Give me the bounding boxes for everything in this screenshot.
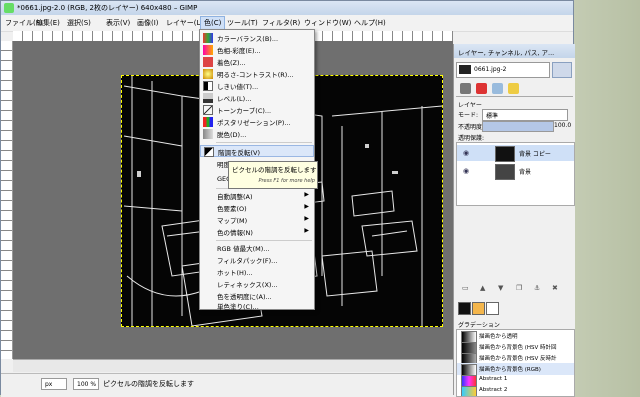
submenu-arrow-icon: ▶ <box>304 215 309 222</box>
desaturate-icon <box>203 129 213 139</box>
opacity-slider[interactable] <box>482 121 554 132</box>
image-thumbnail <box>459 65 471 74</box>
menu-select[interactable]: 選択(S) <box>67 18 91 28</box>
delete-layer-icon[interactable]: ✖ <box>552 284 558 292</box>
curves-icon <box>203 105 213 115</box>
menu-item-brightness-contrast[interactable]: 明るさ-コントラスト(R)... <box>200 68 314 80</box>
dock-title: レイヤー, チャンネル, パス, ア... <box>458 49 555 57</box>
fg-bg-colors <box>458 302 499 315</box>
layer-thumbnail <box>495 164 515 180</box>
submenu-arrow-icon: ▶ <box>304 227 309 234</box>
menu-item-threshold[interactable]: しきい値(T)... <box>200 80 314 92</box>
layers-section-label: レイヤー <box>458 102 482 109</box>
image-selector[interactable]: 0661.jpg-2 <box>456 62 550 78</box>
layer-name: 背景 コピー <box>519 151 551 158</box>
menu-item-hot[interactable]: ホット(H)... <box>200 266 314 278</box>
dock-tabs <box>456 82 573 97</box>
tooltip-hint: Press F1 for more help <box>258 178 315 184</box>
menu-item-curves[interactable]: トーンカーブ(C)... <box>200 104 314 116</box>
tab-layers-icon[interactable] <box>460 83 471 94</box>
gradient-swatch[interactable] <box>472 302 485 315</box>
gradient-list: 描画色から透明 描画色から背景色 (HSV 時計回 描画色から背景色 (HSV … <box>456 329 575 397</box>
menu-item-invert[interactable]: 階調を反転(V) <box>200 145 314 157</box>
menu-edit[interactable]: 編集(E) <box>36 18 60 28</box>
menu-item-map[interactable]: マップ(M) ▶ <box>200 214 314 226</box>
layers-list: ◉ 背景 コピー ◉ 背景 <box>456 142 575 206</box>
background-color-swatch[interactable] <box>486 302 499 315</box>
menu-tooltip: ピクセルの階調を反転します Press F1 for more help <box>228 161 318 189</box>
posterize-icon <box>203 117 213 127</box>
gradient-item[interactable]: Abstract 2 <box>457 385 574 396</box>
menu-item-info[interactable]: 色の情報(N) ▶ <box>200 226 314 238</box>
color-balance-icon <box>203 33 213 43</box>
menu-item-desaturate[interactable]: 脱色(D)... <box>200 128 314 140</box>
horizontal-scrollbar[interactable] <box>13 359 453 372</box>
layer-name: 背景 <box>519 169 532 176</box>
dock-title-bar[interactable]: レイヤー, チャンネル, パス, ア... <box>454 44 575 58</box>
lock-label: 透明保護: <box>458 135 485 142</box>
menu-item-filter-pack[interactable]: フィルタパック(F)... <box>200 254 314 266</box>
menu-item-maximum-rgb[interactable]: RGB 値最大(M)... <box>200 242 314 254</box>
eye-icon[interactable]: ◉ <box>463 149 469 157</box>
window-title: *0661.jpg-2.0 (RGB, 2枚のレイヤー) 640x480 – G… <box>17 4 198 12</box>
gradient-section-label: グラデーション <box>458 322 500 329</box>
layers-dock: レイヤー, チャンネル, パス, ア... 0661.jpg-2 レイヤー モー… <box>453 44 575 397</box>
unit-select[interactable]: px <box>41 378 67 390</box>
layer-row[interactable]: ◉ 背景 コピー <box>457 145 574 162</box>
status-message: ピクセルの階調を反転します <box>103 380 194 388</box>
brightness-contrast-icon <box>203 69 213 79</box>
tab-channels-icon[interactable] <box>476 83 487 94</box>
invert-icon <box>204 147 214 157</box>
layer-row[interactable]: ◉ 背景 <box>457 163 574 180</box>
menu-view[interactable]: 表示(V) <box>106 18 130 28</box>
menu-image[interactable]: 画像(I) <box>137 18 159 28</box>
submenu-arrow-icon: ▶ <box>304 191 309 198</box>
foreground-color-swatch[interactable] <box>458 302 471 315</box>
mode-select[interactable]: 標準 <box>482 109 568 121</box>
raise-layer-icon[interactable]: ▲ <box>480 284 485 292</box>
image-selector-label: 0661.jpg-2 <box>474 66 507 73</box>
levels-icon <box>203 93 213 103</box>
menu-item-colorize[interactable]: 着色(Z)... <box>200 56 314 68</box>
menu-item-retinex[interactable]: レティネックス(X)... <box>200 278 314 290</box>
tab-paths-icon[interactable] <box>492 83 503 94</box>
menu-separator <box>216 142 312 143</box>
menu-layer[interactable]: レイヤー(L) <box>166 18 203 28</box>
menu-item-hue-saturation[interactable]: 色相-彩度(E)... <box>200 44 314 56</box>
new-layer-icon[interactable]: ▭ <box>462 284 469 292</box>
menu-separator <box>216 240 312 241</box>
menu-item-posterize[interactable]: ポスタリゼーション(P)... <box>200 116 314 128</box>
colorize-icon <box>203 57 213 67</box>
eye-icon[interactable]: ◉ <box>463 167 469 175</box>
menu-help[interactable]: ヘルプ(H) <box>354 18 386 28</box>
anchor-layer-icon[interactable]: ⚓ <box>534 284 540 292</box>
zoom-select[interactable]: 100 % <box>73 378 99 390</box>
layer-thumbnail <box>495 146 515 162</box>
menu-tools[interactable]: ツール(T) <box>227 18 258 28</box>
auto-button[interactable] <box>552 62 572 78</box>
menu-filters[interactable]: フィルタ(R) <box>262 18 300 28</box>
tooltip-text: ピクセルの階調を反転します <box>232 166 317 174</box>
menu-item-auto[interactable]: 自動調整(A) ▶ <box>200 190 314 202</box>
hue-saturation-icon <box>203 45 213 55</box>
menu-item-color-balance[interactable]: カラーバランス(B)... <box>200 32 314 44</box>
layer-buttons: ▭ ▲ ▼ ❐ ⚓ ✖ <box>456 284 573 296</box>
vertical-ruler[interactable] <box>1 41 13 359</box>
menu-item-solid-fill[interactable]: 単色塗り(C)... <box>200 302 314 311</box>
opacity-value[interactable]: 100.0 <box>554 122 571 129</box>
title-bar[interactable]: *0661.jpg-2.0 (RGB, 2枚のレイヤー) 640x480 – G… <box>1 1 573 15</box>
menu-item-levels[interactable]: レベル(L)... <box>200 92 314 104</box>
gimp-app-icon <box>4 3 14 13</box>
mode-label: モード: <box>458 112 479 119</box>
tab-undo-icon[interactable] <box>508 83 519 94</box>
opacity-label: 不透明度 <box>458 124 483 131</box>
menu-windows[interactable]: ウィンドウ(W) <box>304 18 351 28</box>
threshold-icon <box>203 81 213 91</box>
lower-layer-icon[interactable]: ▼ <box>498 284 503 292</box>
duplicate-layer-icon[interactable]: ❐ <box>516 284 522 292</box>
menu-color[interactable]: 色(C) <box>200 16 226 30</box>
submenu-arrow-icon: ▶ <box>304 203 309 210</box>
menu-item-components[interactable]: 色要素(O) ▶ <box>200 202 314 214</box>
